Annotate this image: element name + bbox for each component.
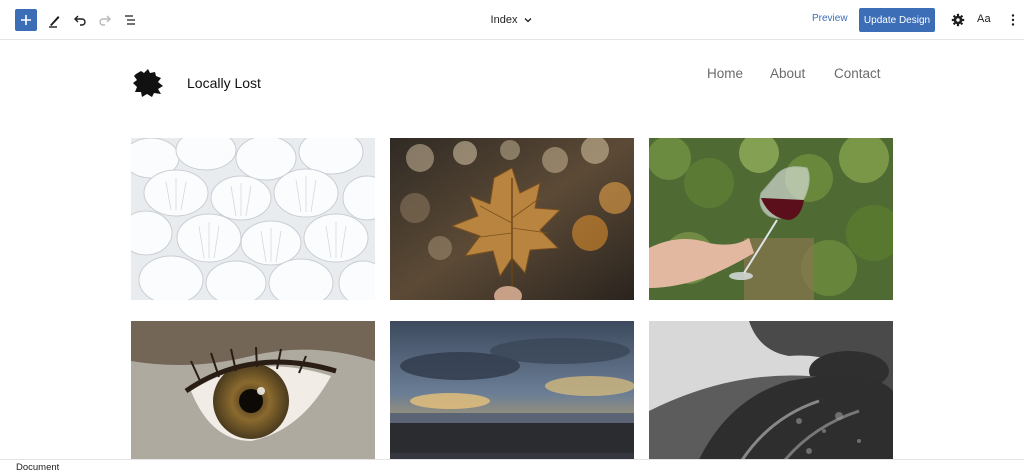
site-logo-image xyxy=(133,69,163,97)
preview-button[interactable]: Preview xyxy=(812,13,848,24)
sunset-photo xyxy=(390,321,634,459)
redo-icon xyxy=(99,15,111,26)
list-view-button[interactable] xyxy=(118,8,142,32)
redo-button[interactable] xyxy=(93,8,117,32)
barrels-photo xyxy=(649,321,893,459)
document-title-dropdown[interactable]: Index xyxy=(491,14,534,26)
eye-photo xyxy=(131,321,375,459)
breadcrumb-document[interactable]: Document xyxy=(16,462,59,473)
tools-button[interactable] xyxy=(43,8,67,32)
gallery-image-autumn-leaf[interactable] xyxy=(390,138,634,300)
editor-toolbar: Index Preview Update Design Aa xyxy=(0,0,1024,40)
gallery-image-wine-glass[interactable] xyxy=(649,138,893,300)
undo-icon xyxy=(74,15,86,26)
add-block-button[interactable] xyxy=(15,9,37,31)
undo-button[interactable] xyxy=(68,8,92,32)
site-logo[interactable] xyxy=(132,68,164,98)
editor-canvas[interactable]: Locally Lost Home About Contact xyxy=(0,41,1024,459)
chevron-down-icon xyxy=(524,18,532,23)
styles-button[interactable]: Aa xyxy=(977,13,991,25)
gallery-image-seashells[interactable] xyxy=(131,138,375,300)
site-title[interactable]: Locally Lost xyxy=(187,75,261,91)
seashells-photo xyxy=(131,138,375,300)
document-title: Index xyxy=(490,14,518,26)
autumn-leaf-photo xyxy=(390,138,634,300)
more-vertical-icon xyxy=(1011,14,1015,26)
update-design-button[interactable]: Update Design xyxy=(859,8,935,32)
wine-glass-photo xyxy=(649,138,893,300)
nav-item-about[interactable]: About xyxy=(770,66,805,81)
block-breadcrumb-bar: Document xyxy=(0,459,1024,474)
settings-button[interactable] xyxy=(946,8,970,32)
list-view-icon xyxy=(125,15,135,25)
gallery-image-eye[interactable] xyxy=(131,321,375,459)
plus-icon xyxy=(21,15,31,25)
gear-icon xyxy=(951,13,965,27)
gallery-image-sunset[interactable] xyxy=(390,321,634,459)
pencil-icon xyxy=(49,16,60,28)
options-button[interactable] xyxy=(1001,8,1024,32)
gallery-image-barrels[interactable] xyxy=(649,321,893,459)
nav-item-home[interactable]: Home xyxy=(707,66,743,81)
nav-item-contact[interactable]: Contact xyxy=(834,66,881,81)
